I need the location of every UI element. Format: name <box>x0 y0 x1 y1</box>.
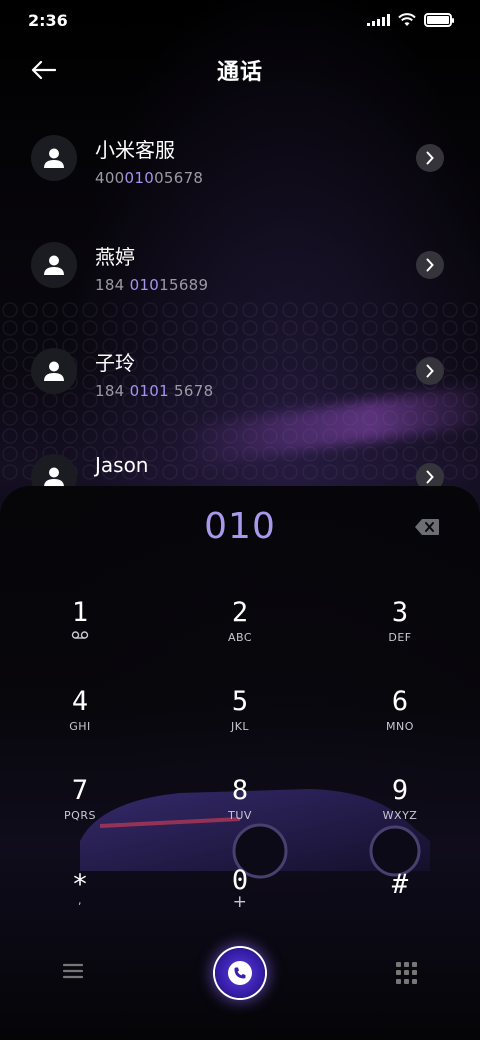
key-letters: GHI <box>69 720 91 733</box>
key-letters: ABC <box>227 631 253 644</box>
key-digit: 8 <box>231 775 249 806</box>
dialpad-toggle-icon[interactable] <box>396 962 418 984</box>
contact-number: 184 0101 5678 <box>95 382 214 400</box>
menu-icon[interactable] <box>62 962 84 980</box>
key-letters: , <box>78 894 82 907</box>
voicemail-icon <box>71 631 89 639</box>
key-letters: PQRS <box>64 809 96 822</box>
key-3[interactable]: 3 DEF <box>350 598 450 668</box>
contact-number: 184 01015689 <box>95 276 209 294</box>
key-9[interactable]: 9 WXYZ <box>350 776 450 846</box>
key-letters: WXYZ <box>382 809 418 822</box>
dialpad-panel: 010 1 2 ABC 3 DEF 4 GHI 5 JKL 6 MNO 7 PQ… <box>0 486 480 1040</box>
key-letters: TUV <box>228 809 252 822</box>
status-bar: 2:36 <box>0 0 480 40</box>
key-digit: 3 <box>391 597 409 628</box>
key-4[interactable]: 4 GHI <box>30 687 130 757</box>
contact-name: 子玲 <box>95 351 135 375</box>
key-hash[interactable]: # <box>350 870 450 940</box>
key-letters: JKL <box>230 720 250 733</box>
key-letters: + <box>232 892 248 912</box>
key-1[interactable]: 1 <box>30 598 130 668</box>
chevron-right-icon[interactable] <box>416 357 444 385</box>
key-digit: 7 <box>71 775 89 806</box>
key-0[interactable]: 0 + <box>190 866 290 936</box>
person-icon <box>44 148 64 168</box>
key-digit: 6 <box>391 686 409 717</box>
key-star[interactable]: * , <box>30 870 130 940</box>
contact-item[interactable]: 子玲 184 0101 5678 <box>0 331 480 411</box>
key-7[interactable]: 7 PQRS <box>30 776 130 846</box>
dialed-number: 010 <box>204 506 276 547</box>
key-letters: DEF <box>388 631 412 644</box>
key-8[interactable]: 8 TUV <box>190 776 290 846</box>
contact-name: 燕婷 <box>95 245 135 269</box>
key-6[interactable]: 6 MNO <box>350 687 450 757</box>
chevron-right-icon[interactable] <box>416 251 444 279</box>
chevron-right-icon[interactable] <box>416 144 444 172</box>
contact-name: 小米客服 <box>95 138 175 162</box>
status-time: 2:36 <box>28 10 68 30</box>
phone-icon <box>228 961 252 985</box>
key-2[interactable]: 2 ABC <box>190 598 290 668</box>
call-button[interactable] <box>215 948 265 998</box>
contact-item[interactable]: 小米客服 40001005678 <box>0 118 480 198</box>
header: 通话 <box>0 46 480 94</box>
avatar <box>31 348 77 394</box>
key-digit: 9 <box>391 775 409 806</box>
signal-icon <box>367 14 390 26</box>
page-title: 通话 <box>216 60 263 85</box>
backspace-icon[interactable] <box>414 518 440 536</box>
key-digit: 1 <box>71 597 89 628</box>
contact-number: 40001005678 <box>95 169 204 187</box>
status-icons <box>367 13 454 27</box>
key-digit: # <box>391 869 409 900</box>
contact-name: Jason <box>95 453 149 477</box>
person-icon <box>44 467 64 487</box>
wifi-icon <box>398 13 416 26</box>
person-icon <box>44 361 64 381</box>
key-5[interactable]: 5 JKL <box>190 687 290 757</box>
person-icon <box>44 255 64 275</box>
battery-icon <box>424 13 454 27</box>
back-arrow-icon[interactable] <box>30 56 60 84</box>
key-letters: MNO <box>386 720 414 733</box>
key-digit: 4 <box>71 686 89 717</box>
contact-item[interactable]: 燕婷 184 01015689 <box>0 225 480 305</box>
avatar <box>31 135 77 181</box>
key-digit: 2 <box>231 597 249 628</box>
avatar <box>31 242 77 288</box>
key-digit: 5 <box>231 686 249 717</box>
